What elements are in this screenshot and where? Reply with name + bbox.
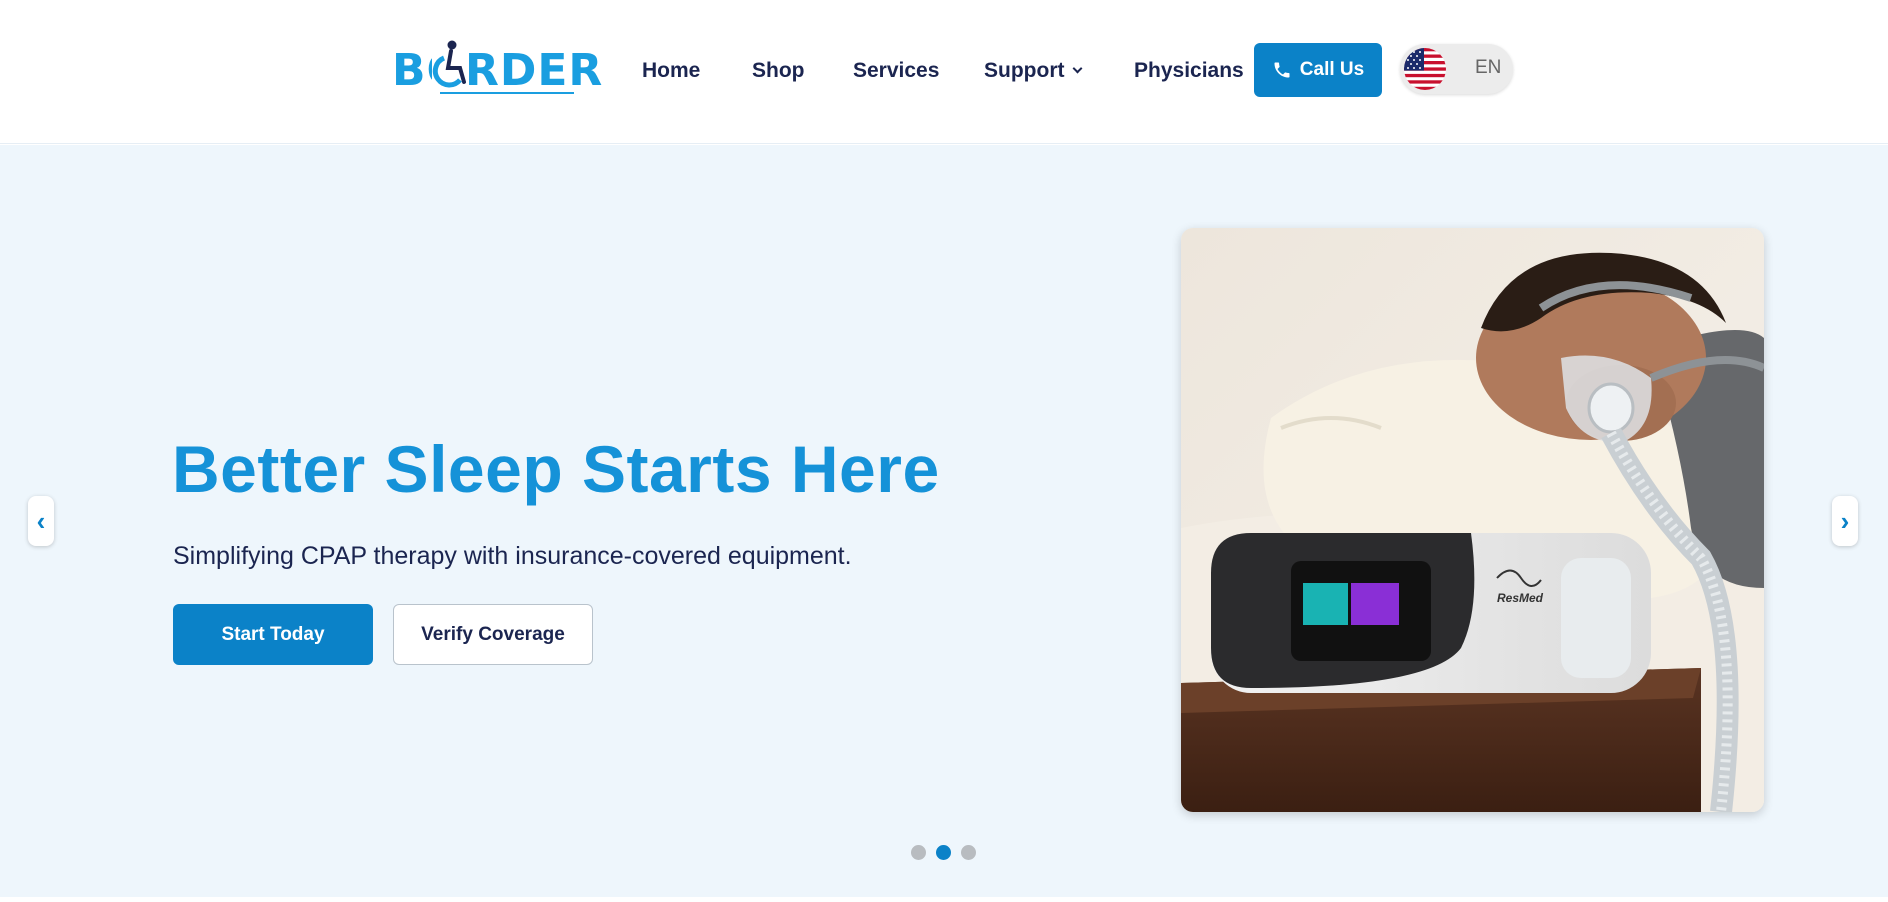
border-logo[interactable]: BORDER <box>392 40 602 98</box>
us-flag-icon <box>1404 48 1446 90</box>
nav-home[interactable]: Home <box>642 56 700 86</box>
call-us-button[interactable]: Call Us <box>1254 43 1382 97</box>
start-today-button[interactable]: Start Today <box>173 604 373 665</box>
hero-carousel: Better Sleep Starts Here Simplifying CPA… <box>0 145 1888 897</box>
chevron-down-icon <box>1073 63 1083 74</box>
carousel-next-button[interactable]: › <box>1832 496 1858 546</box>
carousel-prev-button[interactable]: ‹ <box>28 496 54 546</box>
hero-title: Better Sleep Starts Here <box>172 432 940 506</box>
language-code: EN <box>1475 57 1502 78</box>
carousel-dot-3[interactable] <box>961 845 976 860</box>
hero-subtitle: Simplifying CPAP therapy with insurance-… <box>173 542 852 570</box>
nav-shop[interactable]: Shop <box>752 56 805 86</box>
verify-coverage-button[interactable]: Verify Coverage <box>393 604 593 665</box>
chevron-right-icon: › <box>1840 505 1850 536</box>
wheelchair-figure-icon <box>432 40 466 92</box>
carousel-dot-2[interactable] <box>936 845 951 860</box>
carousel-dot-1[interactable] <box>911 845 926 860</box>
nav-support-label: Support <box>984 59 1065 82</box>
language-selector[interactable]: EN <box>1400 44 1513 94</box>
site-header: BORDER Home Shop Services Support Physic… <box>0 0 1888 144</box>
nav-services[interactable]: Services <box>853 56 939 86</box>
hero-cpap-image: ResMed <box>1181 228 1764 812</box>
nav-support[interactable]: Support <box>984 56 1083 86</box>
logo-underline <box>440 92 574 94</box>
call-us-label: Call Us <box>1299 59 1365 80</box>
device-brand-label: ResMed <box>1497 591 1544 605</box>
chevron-left-icon: ‹ <box>36 505 46 536</box>
logo-text: BORDER <box>392 45 604 96</box>
nav-physicians[interactable]: Physicians <box>1134 56 1244 86</box>
phone-icon <box>1274 62 1290 78</box>
